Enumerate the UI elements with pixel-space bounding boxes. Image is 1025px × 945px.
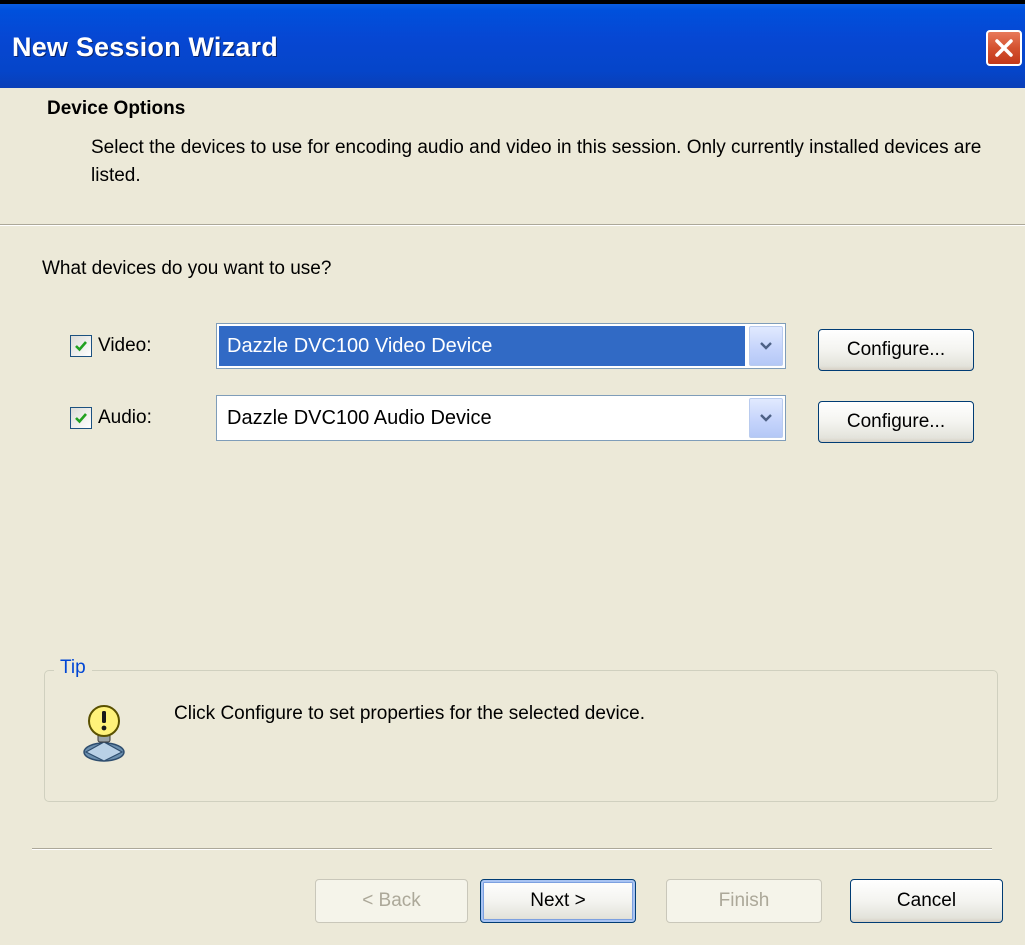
header-divider — [0, 224, 1025, 226]
checkmark-icon — [75, 413, 87, 424]
checkbox-box[interactable] — [70, 407, 92, 429]
page-title: Device Options — [47, 98, 186, 119]
window-title: New Session Wizard — [12, 32, 278, 62]
video-device-row: Video: Dazzle DVC100 Video Device Config… — [0, 323, 1025, 371]
checkbox-box[interactable] — [70, 335, 92, 357]
audio-configure-button[interactable]: Configure... — [818, 401, 974, 443]
finish-button[interactable]: Finish — [666, 879, 822, 923]
close-icon — [995, 39, 1013, 57]
title-bar[interactable]: New Session Wizard — [0, 0, 1025, 88]
checkmark-icon — [75, 341, 87, 352]
tip-legend: Tip — [54, 657, 92, 679]
next-button[interactable]: Next > — [480, 879, 636, 923]
tip-text: Click Configure to set properties for th… — [174, 703, 646, 724]
device-question: What devices do you want to use? — [42, 258, 332, 279]
back-button[interactable]: < Back — [315, 879, 468, 923]
video-device-select[interactable]: Dazzle DVC100 Video Device — [216, 323, 786, 369]
audio-device-row: Audio: Dazzle DVC100 Audio Device Config… — [0, 395, 1025, 443]
video-dropdown-button[interactable] — [749, 326, 783, 366]
page-description: Select the devices to use for encoding a… — [91, 137, 982, 186]
chevron-down-icon — [760, 414, 772, 422]
cancel-button[interactable]: Cancel — [850, 879, 1003, 923]
footer-divider — [32, 848, 992, 850]
tip-groupbox — [44, 670, 998, 802]
audio-device-value: Dazzle DVC100 Audio Device — [227, 407, 492, 429]
video-device-value: Dazzle DVC100 Video Device — [219, 326, 745, 366]
video-configure-button[interactable]: Configure... — [818, 329, 974, 371]
audio-checkbox[interactable]: Audio: — [70, 407, 152, 429]
video-checkbox[interactable]: Video: — [70, 335, 152, 357]
video-checkbox-label: Video: — [98, 335, 152, 356]
lightbulb-icon — [78, 700, 130, 769]
close-button[interactable] — [986, 30, 1022, 66]
audio-checkbox-label: Audio: — [98, 407, 152, 428]
audio-device-select[interactable]: Dazzle DVC100 Audio Device — [216, 395, 786, 441]
audio-dropdown-button[interactable] — [749, 398, 783, 438]
chevron-down-icon — [760, 342, 772, 350]
